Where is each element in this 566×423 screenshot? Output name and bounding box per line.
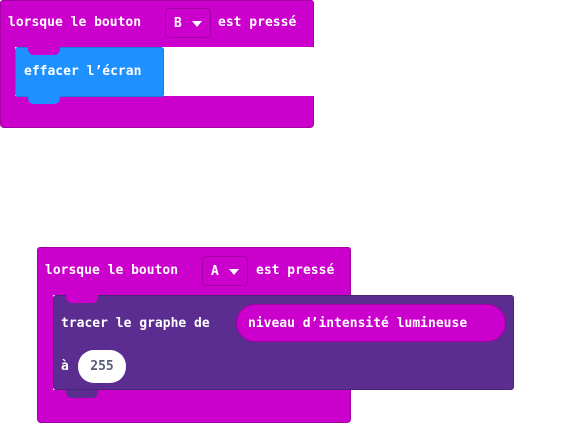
event-block-spine — [37, 295, 53, 391]
max-value-text: 255 — [90, 359, 114, 374]
chevron-down-icon — [192, 21, 202, 27]
button-selector-dropdown[interactable]: B — [165, 8, 211, 38]
statement-notch — [66, 295, 98, 303]
plot-up-to-label: à — [61, 359, 69, 374]
chevron-down-icon — [229, 269, 239, 275]
statement-notch — [66, 390, 98, 398]
event-label-prefix: lorsque le bouton — [8, 15, 142, 30]
max-value-input[interactable]: 255 — [78, 350, 126, 383]
button-selector-dropdown[interactable]: A — [202, 256, 248, 286]
clear-screen-label: effacer l’écran — [24, 64, 142, 79]
statement-notch — [28, 96, 60, 104]
light-level-label: niveau d’intensité lumineuse — [248, 316, 468, 331]
button-selector-value: A — [211, 264, 219, 279]
event-label-suffix: est pressé — [218, 15, 297, 30]
plot-bar-graph-label: tracer le graphe de — [61, 316, 210, 331]
event-label-prefix: lorsque le bouton — [45, 263, 179, 278]
button-selector-value: B — [174, 16, 182, 31]
event-block-spine — [0, 47, 15, 97]
event-label-suffix: est pressé — [256, 263, 335, 278]
light-level-reporter[interactable]: niveau d’intensité lumineuse — [236, 304, 506, 342]
statement-notch — [28, 47, 60, 55]
